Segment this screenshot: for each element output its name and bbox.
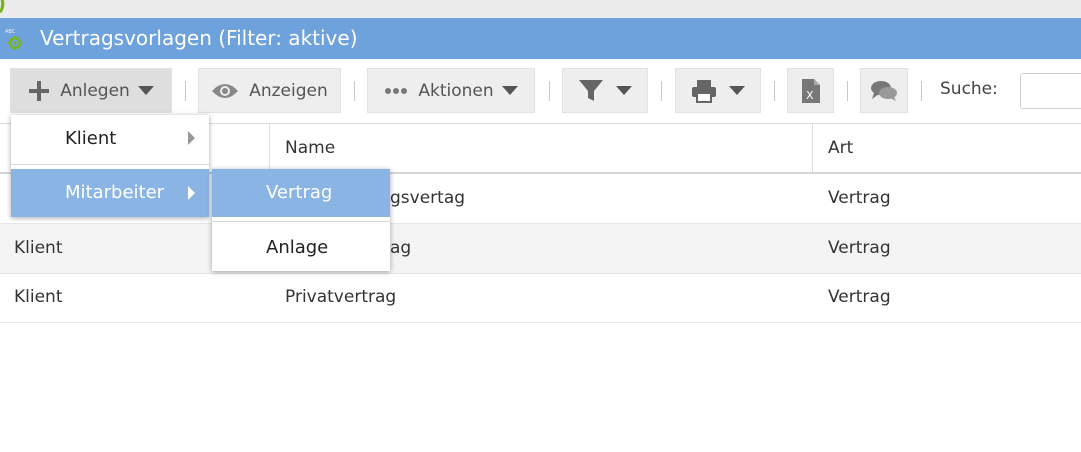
excel-file-icon: X [801, 78, 820, 103]
toolbar-separator [354, 81, 355, 101]
cell-name-visible-part: gsvertag [390, 188, 466, 208]
create-button-label: Anlegen [60, 80, 130, 101]
comments-icon [871, 80, 897, 101]
comments-button[interactable] [860, 68, 908, 113]
column-header-name[interactable]: Name [285, 124, 805, 172]
view-button-label: Anzeigen [249, 80, 328, 101]
search-label: Suche: [940, 79, 998, 99]
submenu-item-contract[interactable]: Vertrag [212, 169, 390, 217]
caret-down-icon [729, 85, 745, 95]
app-logo-icon: ABC [5, 29, 22, 50]
top-fragment: ) [0, 0, 6, 15]
view-button[interactable]: Anzeigen [198, 68, 341, 113]
printer-icon [692, 79, 716, 103]
table-row[interactable]: Klient Privatvertrag Vertrag [0, 273, 1081, 323]
column-divider [812, 124, 813, 172]
column-header-type[interactable]: Art [828, 124, 1068, 172]
menu-divider [11, 164, 209, 165]
submenu-item-attachment[interactable]: Anlage [212, 225, 390, 271]
plus-icon [29, 80, 50, 101]
chevron-right-icon [188, 186, 195, 200]
toolbar-separator [921, 81, 922, 101]
table-row[interactable]: Klient ag Vertrag [0, 224, 1081, 274]
search-input[interactable] [1020, 73, 1081, 109]
cell-name: Privatvertrag [285, 287, 397, 307]
eye-icon [212, 83, 239, 98]
menu-item-label: Mitarbeiter [65, 182, 165, 203]
menu-divider [212, 221, 390, 222]
toolbar-separator [774, 81, 775, 101]
submenu-item-label: Anlage [266, 237, 329, 258]
top-strip: ) [0, 0, 1081, 18]
cell-type: Vertrag [828, 188, 891, 208]
menu-item-client[interactable]: Klient [11, 115, 209, 162]
caret-down-icon [137, 85, 154, 95]
toolbar-separator [549, 81, 550, 101]
menu-item-employee[interactable]: Mitarbeiter [11, 169, 209, 217]
actions-button[interactable]: Aktionen [367, 68, 535, 113]
toolbar-separator [185, 81, 186, 101]
toolbar-separator [661, 81, 662, 101]
title-bar: ABC Vertragsvorlagen (Filter: aktive) [0, 18, 1081, 59]
svg-text:X: X [806, 89, 814, 102]
actions-button-label: Aktionen [418, 80, 494, 101]
menu-item-label: Klient [65, 128, 117, 149]
page-title: Vertragsvorlagen (Filter: aktive) [40, 26, 358, 50]
cell-type: Vertrag [828, 238, 891, 258]
more-dots-icon [385, 87, 408, 94]
chevron-right-icon [188, 131, 195, 145]
filter-icon [579, 79, 603, 101]
submenu-item-label: Vertrag [266, 182, 333, 203]
column-divider [269, 124, 270, 172]
filter-button[interactable] [562, 68, 648, 113]
create-button[interactable]: Anlegen [10, 68, 172, 113]
create-dropdown-menu: Klient Mitarbeiter [11, 115, 209, 217]
cell-owner: Klient [14, 287, 63, 307]
caret-down-icon [501, 85, 518, 95]
cell-name-visible-part: ag [390, 238, 412, 258]
excel-export-button[interactable]: X [787, 68, 834, 113]
svg-text:ABC: ABC [5, 29, 16, 35]
toolbar-separator [847, 81, 848, 101]
cell-owner: Klient [14, 238, 63, 258]
print-button[interactable] [675, 68, 761, 113]
caret-down-icon [616, 85, 632, 95]
cell-type: Vertrag [828, 287, 891, 307]
employee-submenu: Vertrag Anlage [212, 169, 390, 271]
